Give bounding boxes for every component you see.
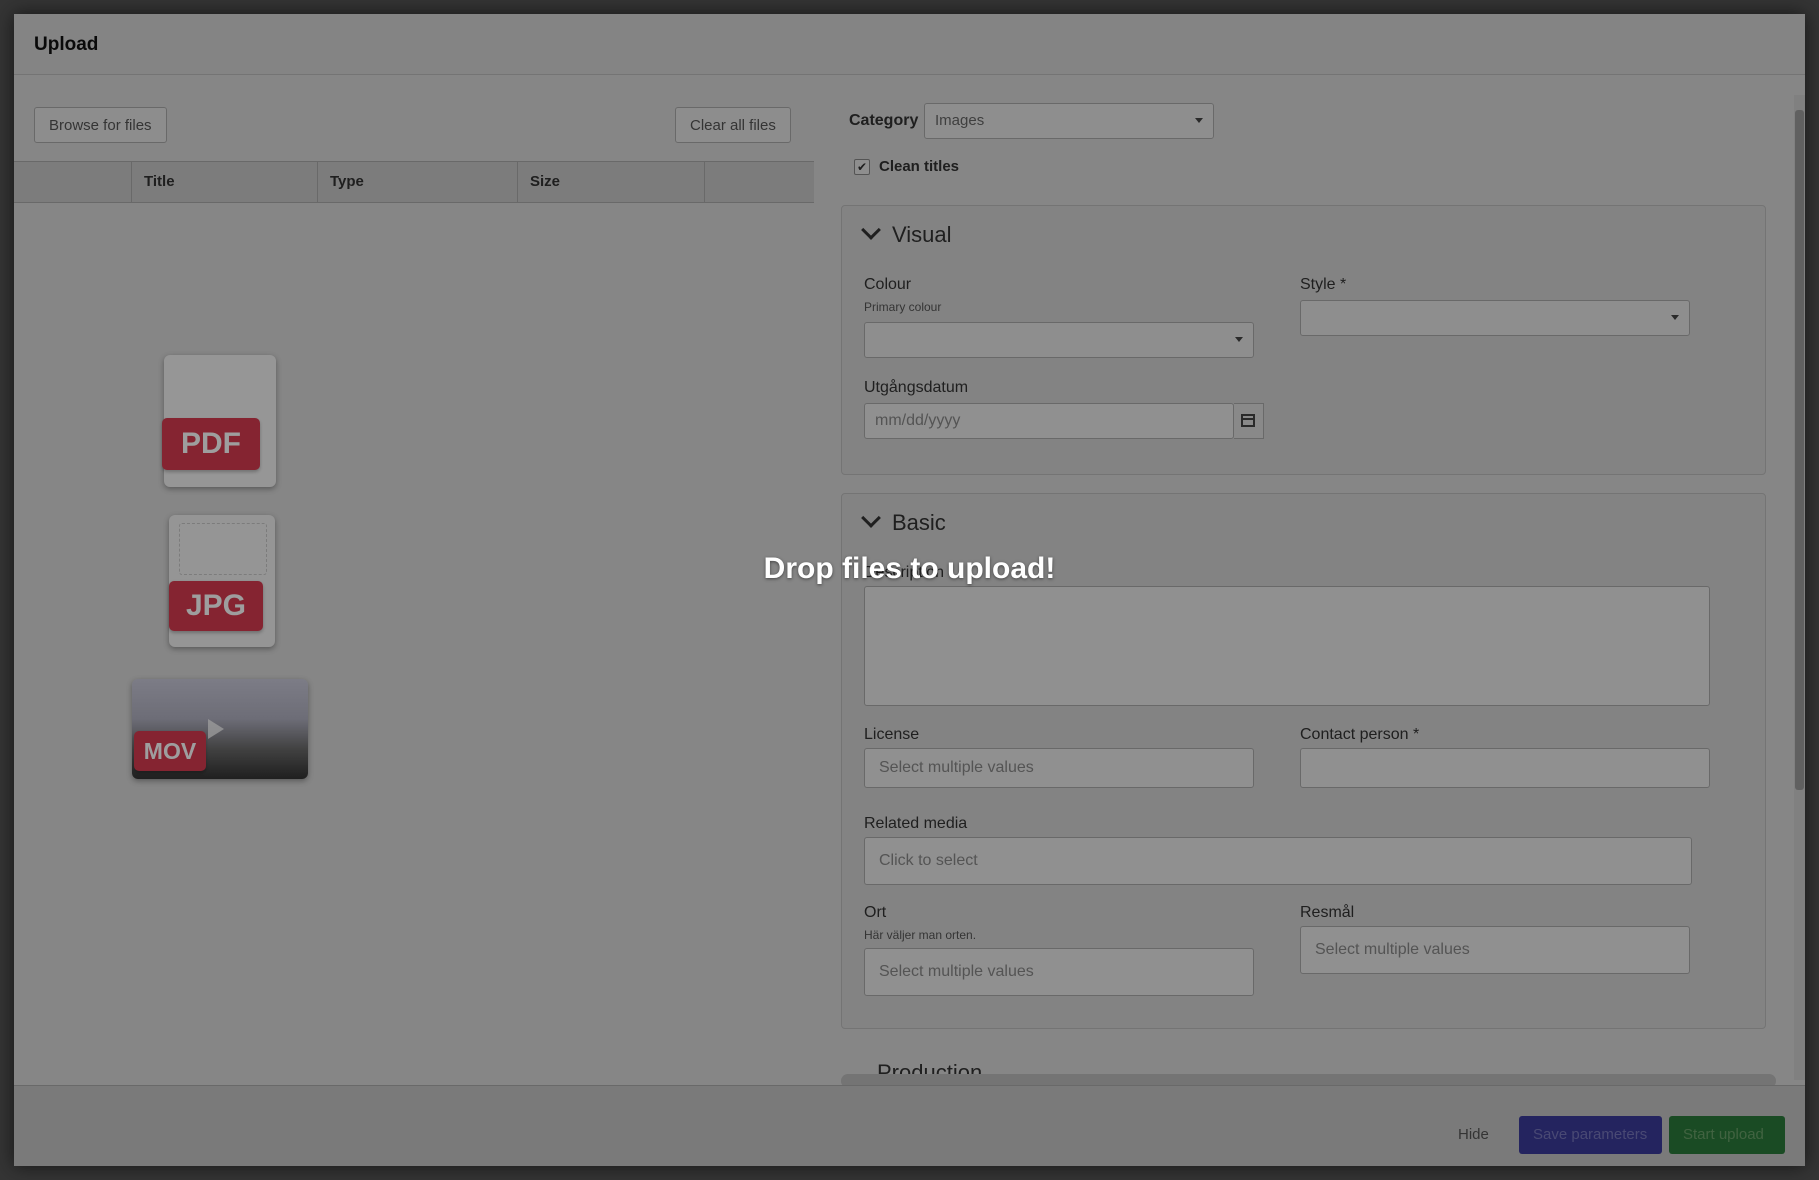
drop-overlay[interactable]: Drop files to upload! xyxy=(0,0,1819,1180)
drop-files-message: Drop files to upload! xyxy=(763,552,1056,585)
